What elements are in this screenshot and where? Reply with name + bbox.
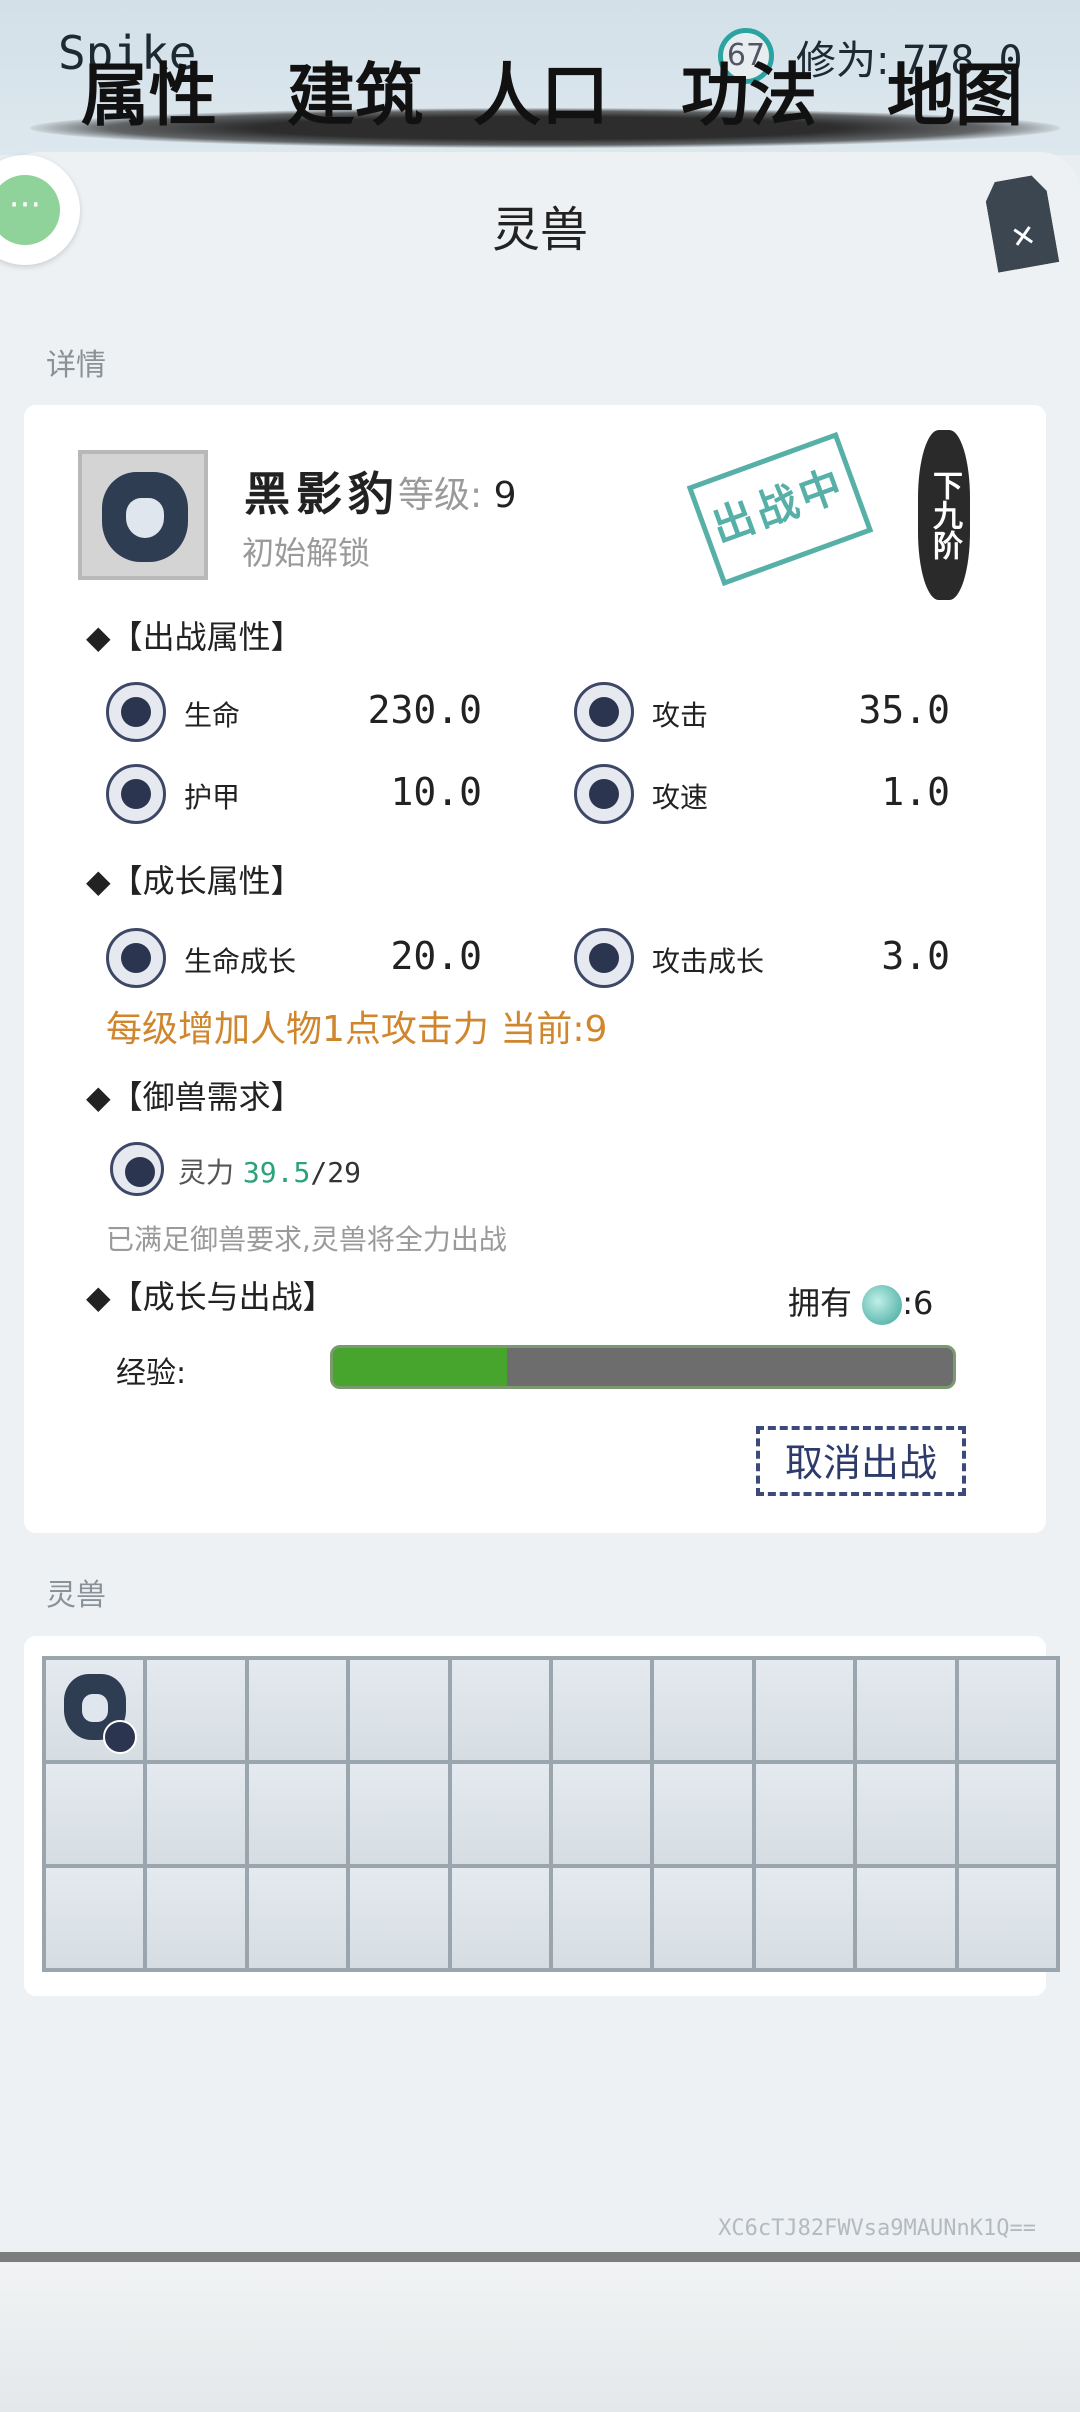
attr-value-hp: 230.0 xyxy=(367,688,482,732)
inventory-slot[interactable] xyxy=(958,1868,1056,1968)
inventory-slot[interactable] xyxy=(654,1868,752,1968)
lion-icon xyxy=(102,472,188,562)
nav-attributes[interactable]: 属性 xyxy=(44,40,254,139)
inventory-slot[interactable] xyxy=(350,1868,448,1968)
nav-techniques[interactable]: 功法 xyxy=(644,40,854,139)
exp-progress-fill xyxy=(333,1348,507,1386)
shield-icon xyxy=(106,764,166,824)
heart-icon xyxy=(106,682,166,742)
bottom-nav xyxy=(0,2252,1080,2412)
attr-label-hp-growth: 生命成长 xyxy=(184,945,297,978)
nav-map[interactable]: 地图 xyxy=(850,40,1060,139)
inventory-slot[interactable] xyxy=(46,1868,144,1968)
inventory-slot[interactable] xyxy=(958,1764,1056,1864)
pet-inventory-grid xyxy=(42,1656,1060,1972)
inventory-slot[interactable] xyxy=(451,1660,549,1760)
inventory-slot[interactable] xyxy=(46,1764,144,1864)
inventory-slot[interactable] xyxy=(553,1868,651,1968)
attr-value-atk-growth: 3.0 xyxy=(881,934,950,978)
inventory-slot[interactable] xyxy=(755,1868,854,1968)
own-count-value: :6 xyxy=(902,1284,934,1322)
attr-label-hp: 生命 xyxy=(184,699,241,732)
spirit-power-icon xyxy=(110,1142,164,1196)
attr-label-atk-growth: 攻击成长 xyxy=(652,945,765,978)
inventory-slot[interactable] xyxy=(451,1764,549,1864)
in-battle-sword-icon xyxy=(103,1720,138,1754)
inventory-slot[interactable] xyxy=(147,1868,245,1968)
attr-value-atk: 35.0 xyxy=(858,688,950,732)
exp-progress-bar xyxy=(330,1345,956,1389)
inventory-slot[interactable] xyxy=(147,1764,245,1864)
requirement-label: 灵力 xyxy=(178,1156,235,1189)
attr-value-atkspeed: 1.0 xyxy=(881,770,950,814)
requirement-ok-text: 已满足御兽要求,灵兽将全力出战 xyxy=(106,1223,507,1256)
sword-icon xyxy=(574,682,634,742)
inventory-slot[interactable] xyxy=(553,1764,651,1864)
inventory-slot[interactable] xyxy=(654,1764,752,1864)
inventory-slot[interactable] xyxy=(350,1764,448,1864)
inventory-slot[interactable] xyxy=(350,1660,448,1760)
inventory-slot[interactable] xyxy=(451,1868,549,1968)
nav-population[interactable]: 人口 xyxy=(436,40,646,139)
attr-label-atkspeed: 攻速 xyxy=(652,781,709,814)
nav-buildings[interactable]: 建筑 xyxy=(250,40,460,139)
battle-attrs-title: ◆【出战属性】 xyxy=(86,618,303,656)
pet-level-value: 9 xyxy=(493,475,517,516)
spirit-gem-icon xyxy=(862,1285,903,1325)
details-section-label: 详情 xyxy=(46,348,106,383)
inventory-slot[interactable] xyxy=(958,1660,1056,1760)
attr-label-atk: 攻击 xyxy=(652,699,709,732)
growth-attrs-title: ◆【成长属性】 xyxy=(86,862,303,900)
inventory-slot[interactable] xyxy=(857,1660,955,1760)
sword-growth-icon xyxy=(574,928,634,988)
speed-sword-icon xyxy=(574,764,634,824)
attr-label-armor: 护甲 xyxy=(184,781,241,814)
inventory-slot[interactable] xyxy=(654,1660,752,1760)
inventory-slot[interactable] xyxy=(857,1868,955,1968)
growth-note: 每级增加人物1点攻击力 当前:9 xyxy=(106,1009,608,1050)
inventory-slot[interactable] xyxy=(248,1764,347,1864)
inventory-section-label: 灵兽 xyxy=(46,1578,106,1613)
pet-level-label: 等级: xyxy=(398,475,483,516)
inventory-slot[interactable] xyxy=(857,1764,955,1864)
inventory-slot[interactable] xyxy=(553,1660,651,1760)
inventory-slot[interactable] xyxy=(755,1660,854,1760)
requirement-current: 39.5 xyxy=(242,1156,311,1189)
pet-name: 黑影豹 xyxy=(244,467,400,521)
own-count: 拥有 :6 xyxy=(788,1278,933,1325)
own-label: 拥有 xyxy=(788,1284,853,1322)
exp-label: 经验: xyxy=(116,1356,187,1391)
watermark: XC6cTJ82FWVsa9MAUNnK1Q== xyxy=(718,2216,1036,2241)
requirement-line: 灵力 39.5/29 xyxy=(178,1151,361,1191)
growth-battle-title: ◆【成长与出战】 xyxy=(86,1278,335,1316)
page-title: 灵兽 xyxy=(491,202,588,258)
heart-growth-icon xyxy=(106,928,166,988)
attr-value-hp-growth: 20.0 xyxy=(390,934,482,978)
attr-value-armor: 10.0 xyxy=(390,770,482,814)
inventory-slot[interactable] xyxy=(248,1660,347,1760)
inventory-slot[interactable] xyxy=(248,1868,347,1968)
pet-level: 等级: 9 xyxy=(398,466,517,518)
requirement-title: ◆【御兽需求】 xyxy=(86,1078,303,1116)
cancel-battle-button[interactable]: 取消出战 xyxy=(756,1426,966,1496)
inventory-slot-pet[interactable] xyxy=(46,1660,144,1760)
inventory-slot[interactable] xyxy=(755,1764,854,1864)
pet-unlock-text: 初始解锁 xyxy=(242,534,371,572)
rank-tag: 下九阶 xyxy=(918,430,970,600)
inventory-slot[interactable] xyxy=(147,1660,245,1760)
pet-portrait xyxy=(78,450,208,580)
requirement-max: /29 xyxy=(310,1156,361,1189)
